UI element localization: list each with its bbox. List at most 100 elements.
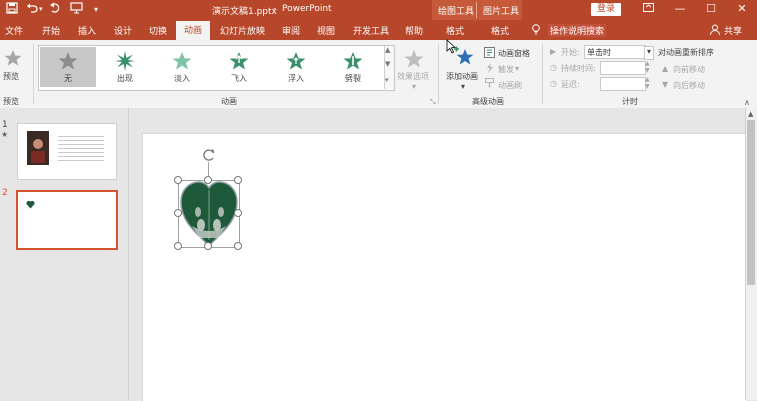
scrollbar-thumb[interactable]	[747, 120, 755, 285]
current-slide-canvas[interactable]	[142, 133, 746, 401]
preview-star-icon[interactable]	[4, 49, 22, 70]
tab-animations[interactable]: 动画	[176, 21, 210, 41]
mouse-cursor-icon	[446, 39, 456, 57]
resize-handle-s[interactable]	[204, 242, 212, 250]
delay-stepper-down-icon: ▼	[645, 83, 650, 90]
title-separator: -	[273, 4, 277, 14]
tab-format-picture[interactable]: 格式	[491, 24, 509, 37]
tab-help[interactable]: 帮助	[405, 24, 423, 37]
gallery-more-icon[interactable]: ▾	[385, 76, 389, 84]
undo-icon[interactable]	[26, 2, 38, 17]
animation-fly-in-label[interactable]: 飞入	[216, 73, 262, 84]
tab-file[interactable]: 文件	[5, 24, 23, 37]
contextual-tabs-divider	[476, 2, 477, 18]
tab-review[interactable]: 审阅	[282, 24, 300, 37]
animation-group-label: 动画	[221, 97, 237, 106]
add-animation-dropdown-icon[interactable]: ▾	[461, 82, 465, 91]
save-icon[interactable]	[6, 2, 18, 17]
present-icon[interactable]	[70, 2, 83, 17]
animation-split-label[interactable]: 劈裂	[330, 73, 376, 84]
animation-painter-button: 动画刷	[498, 81, 522, 90]
gallery-scroll-down-icon[interactable]: ▼	[385, 60, 390, 68]
resize-handle-ne[interactable]	[234, 176, 242, 184]
collapse-ribbon-icon[interactable]: ∧	[744, 98, 750, 107]
tab-developer[interactable]: 开发工具	[353, 24, 389, 37]
gallery-scroll-up-icon[interactable]: ▲	[385, 46, 390, 54]
duration-stepper-down-icon: ▼	[645, 67, 650, 74]
animation-painter-icon	[485, 78, 495, 91]
tab-transitions[interactable]: 切换	[149, 24, 167, 37]
effect-options-button: 效果选项	[397, 72, 429, 81]
slide-thumbnail-1[interactable]	[17, 123, 117, 180]
start-label: 开始:	[561, 48, 580, 57]
redo-icon[interactable]	[50, 2, 62, 17]
effect-options-icon	[404, 49, 424, 72]
thumbnail-text-lines	[58, 133, 104, 163]
resize-handle-w[interactable]	[174, 209, 182, 217]
resize-handle-se[interactable]	[234, 242, 242, 250]
login-button[interactable]: 登录	[591, 3, 621, 16]
share-icon[interactable]	[710, 24, 720, 38]
move-earlier-icon: ▲	[662, 64, 669, 73]
timing-group-label: 计时	[622, 97, 638, 106]
resize-handle-e[interactable]	[234, 209, 242, 217]
animation-pane-button[interactable]: 动画窗格	[498, 48, 530, 59]
context-tab-picture-tools: 图片工具	[483, 7, 520, 17]
star-fly-in-icon[interactable]	[229, 51, 249, 74]
delay-label: 延迟:	[561, 80, 580, 89]
reorder-label: 对动画重新排序	[658, 48, 714, 57]
resize-handle-nw[interactable]	[174, 176, 182, 184]
add-animation-button[interactable]: 添加动画	[446, 71, 478, 82]
duration-input	[600, 61, 646, 75]
resize-handle-n[interactable]	[204, 176, 212, 184]
rotate-handle-icon[interactable]	[202, 148, 216, 165]
tab-home[interactable]: 开始	[42, 24, 60, 37]
slide-thumbnail-2-selected[interactable]	[16, 190, 118, 250]
animation-dialog-launcher-icon[interactable]: ⤡	[430, 98, 436, 107]
star-fade-icon[interactable]	[172, 51, 192, 74]
star-none-icon	[58, 51, 78, 74]
tab-insert[interactable]: 插入	[78, 24, 96, 37]
animation-float-in-label[interactable]: 浮入	[273, 73, 319, 84]
move-later-icon: ▼	[662, 80, 669, 89]
trigger-button: 触发	[498, 65, 514, 74]
move-earlier-button: 向前移动	[673, 65, 705, 74]
preview-group-label: 预览	[3, 97, 19, 106]
lightbulb-icon	[531, 24, 541, 38]
slide-number-2: 2	[2, 188, 8, 198]
star-float-in-icon[interactable]	[286, 51, 306, 74]
resize-handle-sw[interactable]	[174, 242, 182, 250]
thumbnail-heart-icon	[26, 200, 35, 212]
scroll-up-icon[interactable]: ▲	[748, 110, 753, 118]
star-split-icon[interactable]	[343, 51, 363, 74]
animation-appear-label[interactable]: 出现	[102, 73, 148, 84]
group-divider	[542, 44, 543, 104]
start-select-dropdown-icon[interactable]: ▾	[644, 46, 654, 60]
animation-none-label: 无	[64, 74, 72, 83]
star-appear-icon[interactable]	[115, 51, 135, 74]
animation-fade-label[interactable]: 淡入	[159, 73, 205, 84]
share-button[interactable]: 共享	[724, 24, 742, 37]
duration-clock-icon: ◷	[550, 63, 557, 72]
preview-button[interactable]: 预览	[3, 71, 19, 82]
close-icon[interactable]: ✕	[734, 2, 750, 15]
tab-format-drawing[interactable]: 格式	[446, 24, 464, 37]
tab-view[interactable]: 视图	[317, 24, 335, 37]
start-select[interactable]: 单击时	[584, 45, 646, 59]
customize-qat-icon[interactable]: ▾	[94, 5, 98, 14]
ribbon-display-options-icon[interactable]	[640, 2, 656, 16]
slide-animation-star-icon: ★	[1, 130, 9, 139]
trigger-icon	[485, 63, 495, 76]
thumbnail-photo	[27, 131, 49, 165]
maximize-icon[interactable]: ☐	[703, 2, 719, 15]
group-divider	[438, 44, 439, 104]
tell-me-search[interactable]: 操作说明搜索	[548, 24, 607, 37]
duration-stepper-up-icon: ▲	[645, 60, 650, 67]
animation-pane-icon[interactable]	[484, 47, 495, 61]
tab-design[interactable]: 设计	[114, 24, 132, 37]
delay-stepper-up-icon: ▲	[645, 76, 650, 83]
tab-slideshow[interactable]: 幻灯片放映	[220, 24, 265, 37]
minimize-icon[interactable]: —	[672, 2, 688, 15]
context-tab-drawing-tools: 绘图工具	[438, 7, 475, 17]
undo-dropdown-icon[interactable]: ▾	[39, 5, 43, 13]
